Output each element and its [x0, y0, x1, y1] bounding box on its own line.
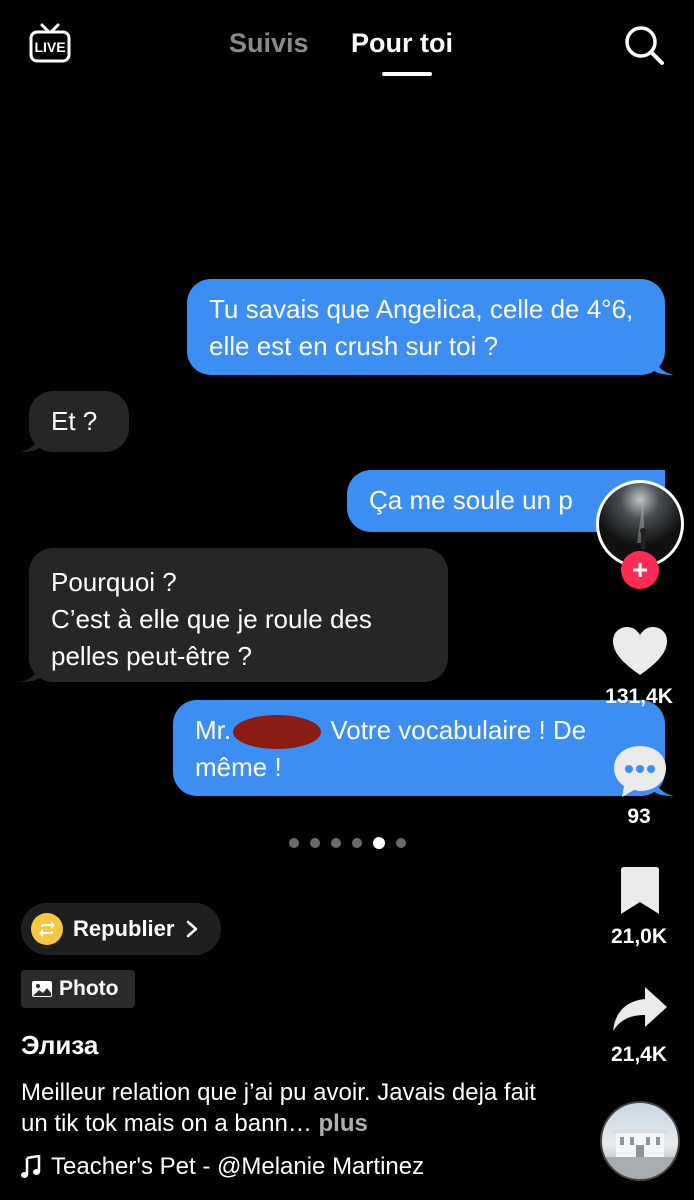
carousel-dot-active[interactable] [373, 837, 385, 849]
message-text: Et ? [51, 406, 98, 436]
message-bubble-received: Pourquoi ? C’est à elle que je roule des… [20, 548, 448, 682]
message-bubble-sent: Tu savais que Angelica, celle de 4°6, el… [187, 279, 674, 375]
heart-icon[interactable] [611, 625, 669, 677]
share-icon[interactable] [611, 985, 669, 1035]
save-count: 21,0K [610, 925, 668, 948]
feed-tabs: Suivis Pour toi [0, 28, 694, 78]
message-text-line: C’est à elle que je roule des [51, 604, 372, 634]
photo-label: Photo [59, 977, 119, 1000]
carousel-dot[interactable] [352, 838, 362, 848]
music-note-icon [21, 1155, 41, 1178]
carousel-dot[interactable] [289, 838, 299, 848]
message-text-line: pelles peut-être ? [51, 641, 252, 671]
carousel-indicator[interactable] [289, 837, 406, 849]
carousel-dot[interactable] [310, 838, 320, 848]
music-info[interactable]: Teacher's Pet - @Melanie Martinez [21, 1153, 424, 1181]
photo-badge: Photo [21, 970, 135, 1008]
message-text-line: même ! [195, 752, 282, 783]
carousel-dot[interactable] [396, 838, 406, 848]
message-bubble-sent: Mr. Votre vocabulaire ! De même ! [173, 700, 674, 796]
carousel-dot[interactable] [331, 838, 341, 848]
active-tab-indicator [382, 72, 432, 76]
chevron-right-icon [187, 920, 198, 938]
author-name[interactable]: Элиза [21, 1030, 98, 1061]
repost-label: Republier [73, 916, 175, 941]
caption-text: Meilleur relation que j’ai pu avoir. Jav… [21, 1079, 536, 1137]
follow-button[interactable]: + [621, 551, 659, 589]
search-icon[interactable] [623, 24, 665, 66]
tab-following[interactable]: Suivis [229, 28, 309, 59]
message-text: Ça me soule un p [369, 485, 573, 515]
message-text-line: Pourquoi ? [51, 567, 177, 597]
repost-button[interactable]: Republier [21, 903, 221, 955]
image-icon [32, 981, 52, 997]
sound-disc[interactable] [600, 1101, 680, 1181]
redaction-mark [233, 715, 322, 750]
message-bubble-received: Et ? [20, 391, 129, 452]
comment-count: 93 [627, 805, 651, 828]
tab-for-you[interactable]: Pour toi [351, 28, 453, 59]
message-text: Votre vocabulaire ! De [323, 715, 587, 745]
message-text: Tu savais que Angelica, celle de 4°6, el… [209, 294, 634, 361]
bookmark-icon[interactable] [617, 866, 663, 916]
repost-icon [31, 913, 63, 945]
share-count: 21,4K [610, 1043, 668, 1066]
message-text: Mr. [195, 715, 232, 745]
like-count: 131,4K [605, 685, 673, 708]
music-title: Teacher's Pet - @Melanie Martinez [51, 1153, 425, 1180]
comment-icon[interactable] [610, 742, 670, 800]
post-caption[interactable]: Meilleur relation que j’ai pu avoir. Jav… [21, 1077, 561, 1139]
sound-cover [602, 1129, 678, 1179]
see-more-link[interactable]: plus [319, 1110, 368, 1137]
